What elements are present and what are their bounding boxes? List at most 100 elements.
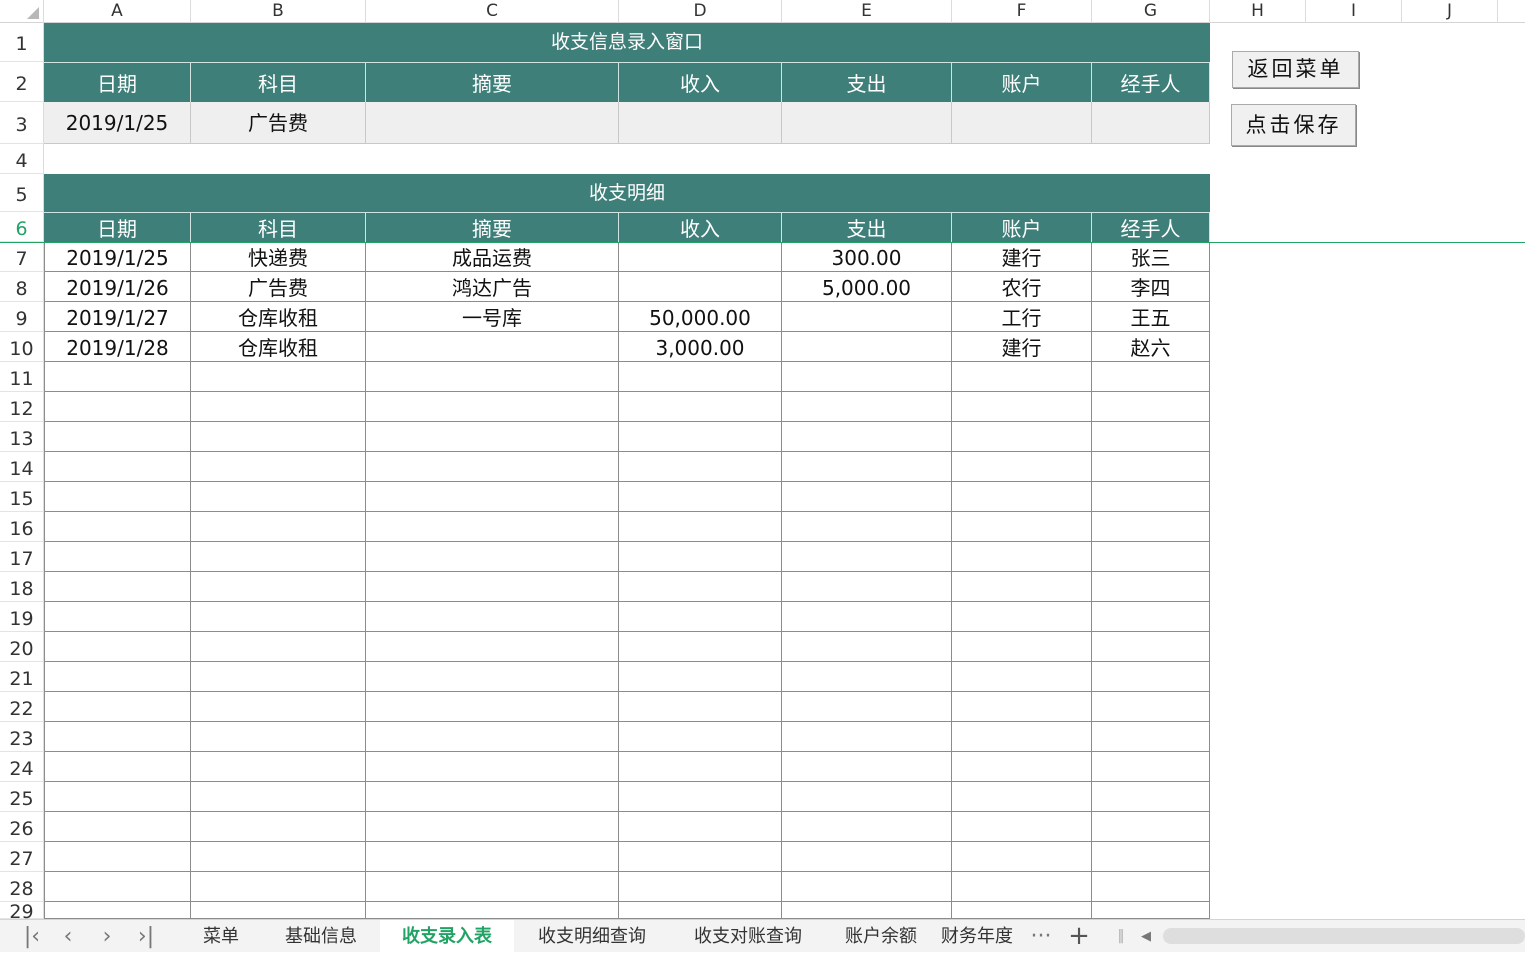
- empty-cell[interactable]: [952, 752, 1092, 782]
- empty-cell[interactable]: [952, 662, 1092, 692]
- empty-cell[interactable]: [1092, 692, 1210, 722]
- row-header[interactable]: 27: [0, 842, 44, 872]
- entry-input-cell[interactable]: 2019/1/25: [44, 102, 191, 144]
- empty-cell[interactable]: [191, 902, 366, 919]
- prev-sheet-icon[interactable]: ‹: [50, 920, 86, 953]
- empty-cell[interactable]: [619, 782, 782, 812]
- empty-cell[interactable]: [191, 362, 366, 392]
- back-to-menu-button[interactable]: 返回菜单: [1232, 51, 1359, 88]
- empty-cell[interactable]: [44, 722, 191, 752]
- detail-data-cell[interactable]: 2019/1/28: [44, 332, 191, 362]
- detail-data-cell[interactable]: 2019/1/26: [44, 272, 191, 302]
- empty-cell[interactable]: [1092, 482, 1210, 512]
- detail-data-cell[interactable]: 2019/1/25: [44, 242, 191, 272]
- row-header[interactable]: 26: [0, 812, 44, 842]
- empty-cell[interactable]: [191, 572, 366, 602]
- empty-cell[interactable]: [1092, 902, 1210, 919]
- empty-cell[interactable]: [44, 602, 191, 632]
- sheet-tab[interactable]: 财务年度: [936, 920, 1018, 953]
- empty-cell[interactable]: [952, 902, 1092, 919]
- empty-cell[interactable]: [952, 602, 1092, 632]
- empty-cell[interactable]: [619, 542, 782, 572]
- row-header[interactable]: 15: [0, 482, 44, 512]
- empty-cell[interactable]: [1092, 632, 1210, 662]
- empty-cell[interactable]: [952, 572, 1092, 602]
- row-header[interactable]: 13: [0, 422, 44, 452]
- empty-cell[interactable]: [366, 662, 619, 692]
- empty-cell[interactable]: [191, 422, 366, 452]
- empty-cell[interactable]: [619, 842, 782, 872]
- empty-cell[interactable]: [366, 512, 619, 542]
- row-header[interactable]: 19: [0, 602, 44, 632]
- entry-input-cell[interactable]: 广告费: [191, 102, 366, 144]
- empty-cell[interactable]: [782, 782, 952, 812]
- empty-cell[interactable]: [782, 482, 952, 512]
- entry-input-cell[interactable]: [1092, 102, 1210, 144]
- empty-cell[interactable]: [952, 812, 1092, 842]
- row-header[interactable]: 17: [0, 542, 44, 572]
- row-header[interactable]: 16: [0, 512, 44, 542]
- detail-data-cell[interactable]: 300.00: [782, 242, 952, 272]
- empty-cell[interactable]: [619, 512, 782, 542]
- detail-data-cell[interactable]: [619, 242, 782, 272]
- sheet-tab[interactable]: 菜单: [180, 920, 262, 953]
- empty-cell[interactable]: [44, 452, 191, 482]
- empty-cell[interactable]: [619, 392, 782, 422]
- empty-cell[interactable]: [366, 572, 619, 602]
- row-header[interactable]: 12: [0, 392, 44, 422]
- column-header[interactable]: D: [619, 0, 782, 23]
- empty-cell[interactable]: [1092, 602, 1210, 632]
- column-header[interactable]: E: [782, 0, 952, 23]
- row-header[interactable]: 29: [0, 902, 44, 923]
- empty-cell[interactable]: [619, 362, 782, 392]
- empty-cell[interactable]: [1092, 752, 1210, 782]
- empty-cell[interactable]: [191, 872, 366, 902]
- sheet-tab[interactable]: 基础信息: [262, 920, 380, 953]
- empty-cell[interactable]: [366, 902, 619, 919]
- empty-cell[interactable]: [1092, 392, 1210, 422]
- empty-cell[interactable]: [44, 362, 191, 392]
- empty-cell[interactable]: [44, 812, 191, 842]
- empty-cell[interactable]: [44, 572, 191, 602]
- empty-cell[interactable]: [1092, 542, 1210, 572]
- empty-cell[interactable]: [366, 692, 619, 722]
- save-button[interactable]: 点击保存: [1231, 104, 1356, 146]
- entry-input-cell[interactable]: [782, 102, 952, 144]
- empty-cell[interactable]: [952, 362, 1092, 392]
- empty-cell[interactable]: [44, 692, 191, 722]
- empty-cell[interactable]: [191, 452, 366, 482]
- empty-cell[interactable]: [782, 692, 952, 722]
- empty-cell[interactable]: [191, 662, 366, 692]
- empty-cell[interactable]: [782, 842, 952, 872]
- empty-cell[interactable]: [366, 452, 619, 482]
- more-sheets-icon[interactable]: ···: [1023, 920, 1059, 953]
- empty-cell[interactable]: [366, 542, 619, 572]
- empty-cell[interactable]: [44, 512, 191, 542]
- empty-cell[interactable]: [191, 602, 366, 632]
- empty-cell[interactable]: [191, 692, 366, 722]
- empty-cell[interactable]: [952, 632, 1092, 662]
- empty-cell[interactable]: [619, 812, 782, 842]
- column-header[interactable]: J: [1402, 0, 1498, 23]
- empty-cell[interactable]: [191, 752, 366, 782]
- detail-data-cell[interactable]: 仓库收租: [191, 302, 366, 332]
- row-header[interactable]: 23: [0, 722, 44, 752]
- row-header[interactable]: 2: [0, 62, 44, 102]
- empty-cell[interactable]: [44, 842, 191, 872]
- empty-cell[interactable]: [366, 752, 619, 782]
- row-header[interactable]: 5: [0, 174, 44, 212]
- empty-cell[interactable]: [782, 422, 952, 452]
- select-all-corner[interactable]: [0, 0, 44, 23]
- row-header[interactable]: 10: [0, 332, 44, 362]
- row-header[interactable]: 6: [0, 212, 44, 242]
- last-sheet-icon[interactable]: ›|: [128, 920, 164, 953]
- empty-cell[interactable]: [782, 362, 952, 392]
- empty-cell[interactable]: [191, 632, 366, 662]
- empty-cell[interactable]: [619, 662, 782, 692]
- detail-data-cell[interactable]: 仓库收租: [191, 332, 366, 362]
- detail-data-cell[interactable]: 5,000.00: [782, 272, 952, 302]
- empty-cell[interactable]: [1092, 842, 1210, 872]
- empty-cell[interactable]: [366, 842, 619, 872]
- empty-cell[interactable]: [191, 392, 366, 422]
- empty-cell[interactable]: [1092, 452, 1210, 482]
